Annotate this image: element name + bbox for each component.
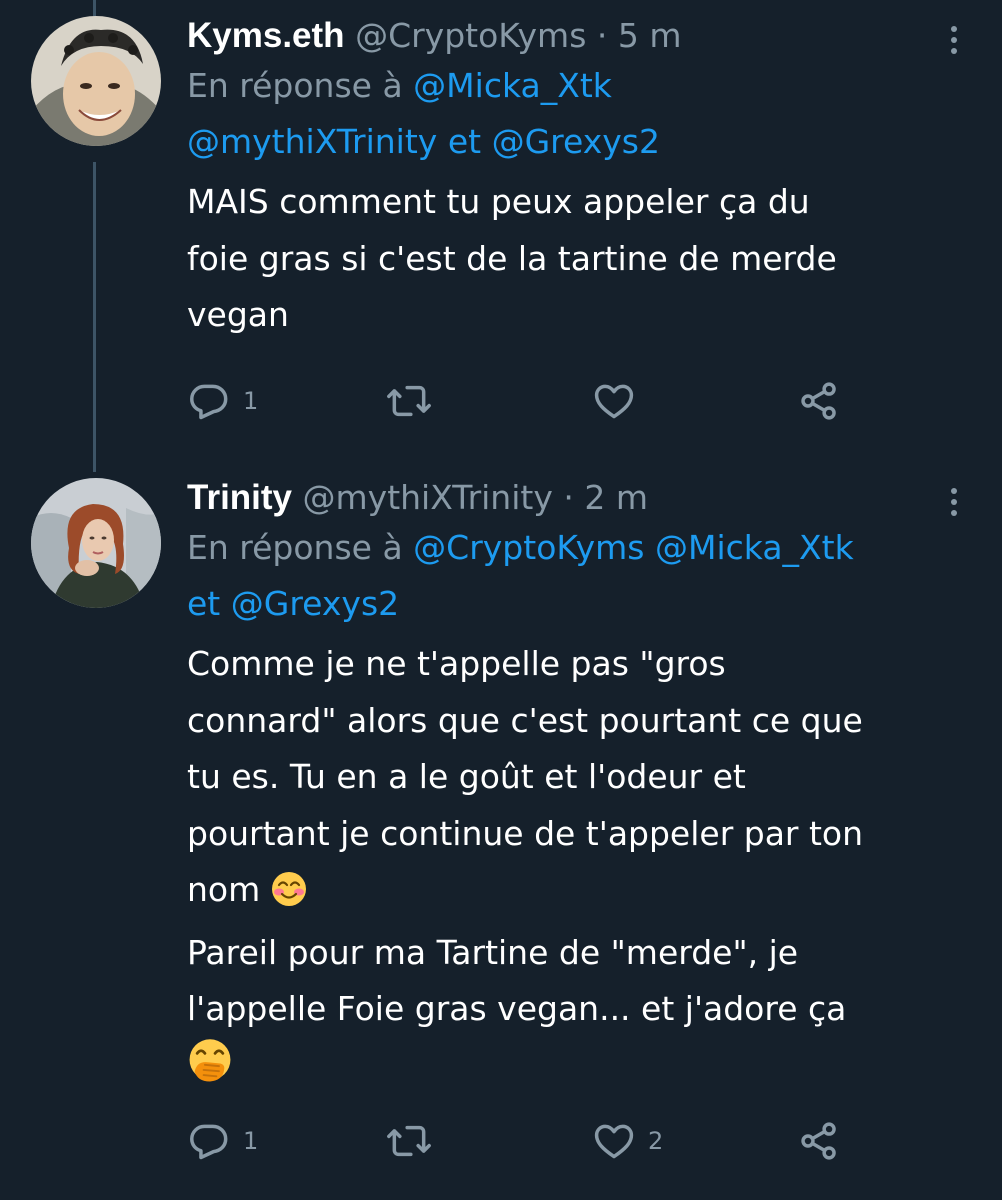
tweet-text-line: connard" alors que c'est pourtant ce que [187,700,863,740]
reply-button[interactable]: 1 [187,376,258,426]
like-count: 2 [648,1127,664,1155]
reply-to-prefix: En réponse à [187,66,403,105]
tweet-text-line: l'appelle Foie gras vegan... et j'adore … [187,989,847,1028]
retweet-icon [387,385,431,417]
tweet-text-line: pourtant je continue de t'appeler par to… [187,813,864,853]
avatar-trinity[interactable] [31,478,161,608]
tweet-text: MAIS comment tu peux appeler ça du foie … [187,174,966,344]
face-with-hand-over-mouth-icon [187,1038,233,1102]
reply-icon [190,1124,228,1160]
mention-link[interactable]: @Grexys2 [492,122,660,161]
tweet-header: Kyms.eth @CryptoKyms · 5 m [187,14,966,58]
tweet-text-line: vegan [187,295,289,334]
tweet-text-line: Pareil pour ma Tartine de "merde", je [187,932,799,972]
tweet-text-fragment: nom [187,870,261,909]
tweet-text-line: MAIS comment tu peux appeler ça du [187,182,810,221]
retweet-icon [387,1125,431,1157]
reply-count: 1 [243,387,259,415]
reply-to-line: En réponse à @CryptoKyms @Micka_Xtk et @… [187,520,966,632]
reply-button[interactable]: 1 [187,1116,258,1166]
tweet-header: Trinity @mythiXTrinity · 2 m [187,476,966,520]
mention-link[interactable]: @CryptoKyms [413,528,644,567]
more-icon[interactable] [942,18,966,62]
separator-dot: · [596,16,608,55]
share-icon [801,382,836,420]
timestamp[interactable]: 2 m [584,478,648,517]
timestamp[interactable]: 5 m [618,16,682,55]
heart-icon [594,384,634,419]
reply-to-line: En réponse à @Micka_Xtk @mythiXTrinity e… [187,58,966,170]
separator-dot: · [563,478,574,517]
display-name[interactable]: Kyms.eth [187,16,345,55]
tweet-text-line: tu es. Tu en a le goût et l'odeur et [187,757,746,796]
avatar-kyms[interactable] [31,16,161,146]
user-handle[interactable]: @mythiXTrinity [303,478,553,517]
tweet-text-line: foie gras si c'est de la tartine de merd… [187,238,837,278]
reply-icon [190,384,228,420]
mention-conjunction: et [447,122,482,161]
tweet-actions: 1 [187,376,847,426]
like-button[interactable]: 2 [592,1116,663,1166]
tweet-text-line: Comme je ne t'appelle pas "gros [187,644,726,683]
retweet-button[interactable] [385,376,445,426]
reply-count: 1 [243,1127,259,1155]
mention-link[interactable]: @Grexys2 [231,584,399,623]
more-icon[interactable] [942,480,966,524]
share-button[interactable] [797,376,841,426]
tweet-text: Comme je ne t'appelle pas "gros connard"… [187,636,966,1101]
mention-link[interactable]: @Micka_Xtk [655,528,854,567]
tweet-text-line-emoji [187,1038,966,1102]
mention-link[interactable]: @Micka_Xtk [413,66,612,105]
reply-to-prefix: En réponse à [187,528,403,567]
smiling-face-with-smiling-eyes-icon [271,868,307,925]
tweet-trinity[interactable]: Trinity @mythiXTrinity · 2 m En réponse … [0,470,1002,1200]
share-icon [801,1122,836,1160]
retweet-button[interactable] [385,1116,445,1166]
mention-link[interactable]: @mythiXTrinity [187,122,437,161]
tweet-kyms[interactable]: Kyms.eth @CryptoKyms · 5 m En réponse à … [0,0,1002,470]
tweet-actions: 1 2 [187,1116,847,1166]
heart-icon [594,1124,634,1159]
tweet-text-line-with-emoji: nom [187,862,966,925]
display-name[interactable]: Trinity [187,478,292,517]
like-button[interactable] [592,376,648,426]
mention-conjunction: et [187,584,221,623]
share-button[interactable] [797,1116,841,1166]
user-handle[interactable]: @CryptoKyms [355,16,586,55]
